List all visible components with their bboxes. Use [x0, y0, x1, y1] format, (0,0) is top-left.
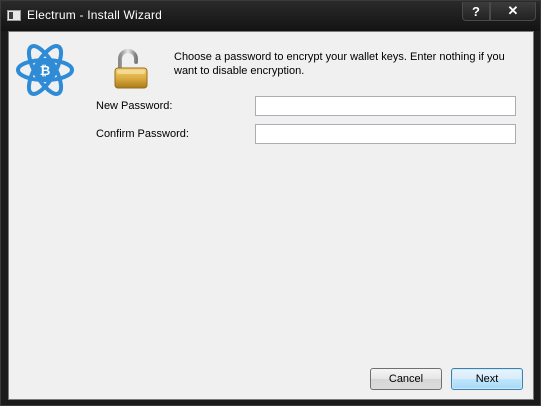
help-button[interactable]: ? — [462, 2, 490, 21]
install-wizard-window: Electrum - Install Wizard ? ✕ ₿ Choose a… — [0, 0, 541, 406]
electrum-logo-icon: ₿ — [16, 44, 74, 96]
new-password-field[interactable] — [255, 96, 516, 116]
window-title: Electrum - Install Wizard — [27, 8, 163, 22]
next-button[interactable]: Next — [451, 368, 523, 390]
password-instructions: Choose a password to encrypt your wallet… — [174, 51, 505, 77]
svg-text:₿: ₿ — [40, 64, 51, 79]
wizard-content: ₿ Choose a password to encrypt your wall… — [8, 31, 534, 400]
cancel-button[interactable]: Cancel — [370, 368, 442, 390]
confirm-password-label: Confirm Password: — [96, 128, 189, 140]
new-password-label: New Password: — [96, 100, 173, 112]
confirm-password-field[interactable] — [255, 124, 516, 144]
title-bar[interactable]: Electrum - Install Wizard ? ✕ — [1, 1, 540, 31]
close-button[interactable]: ✕ — [490, 2, 536, 21]
unlocked-padlock-icon — [114, 49, 148, 89]
app-window-icon — [7, 10, 21, 21]
